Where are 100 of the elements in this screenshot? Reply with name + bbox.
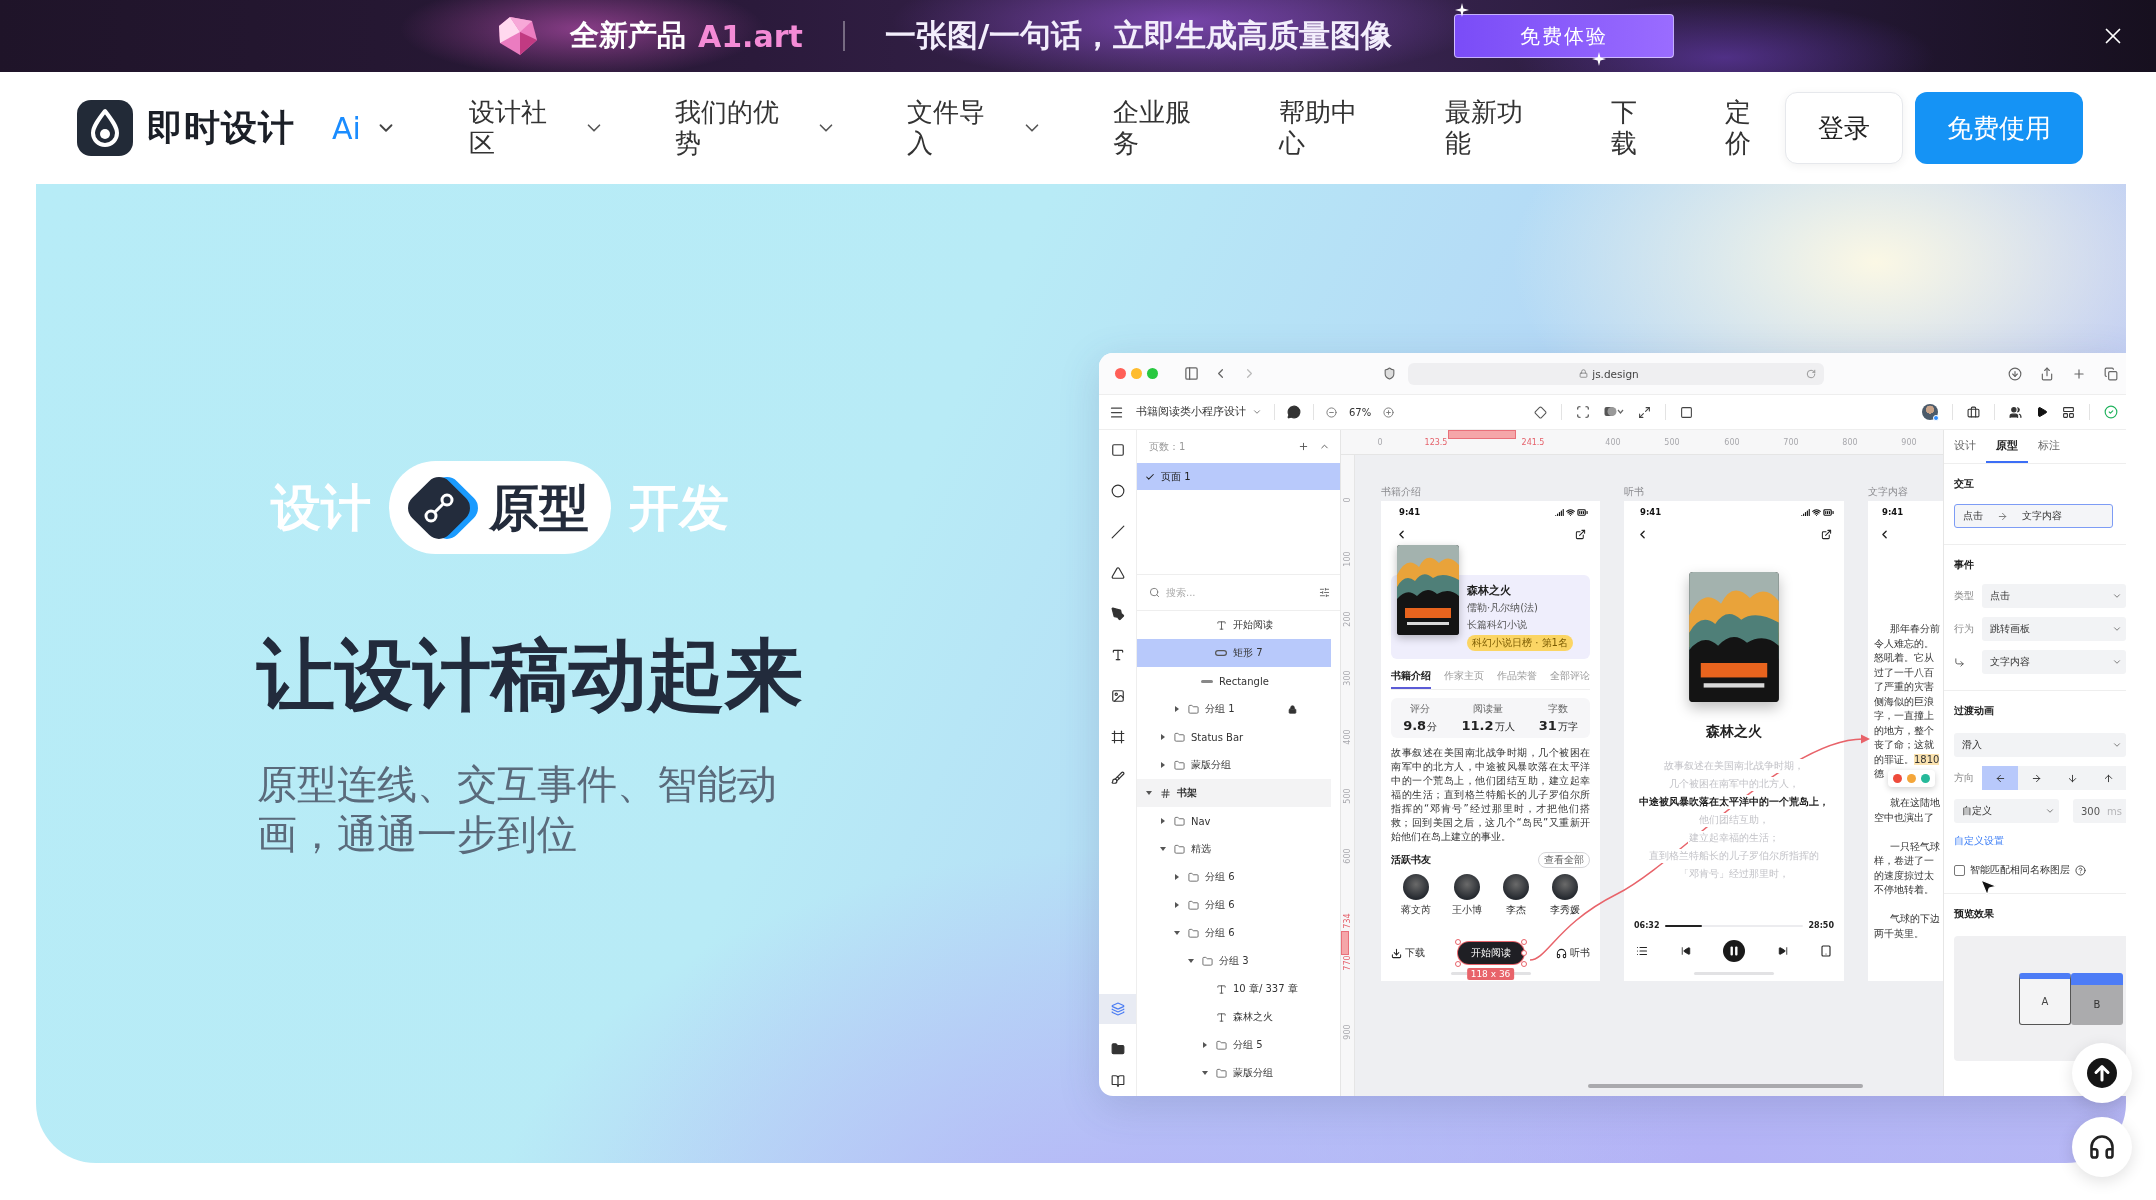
ellipse-tool-icon[interactable] xyxy=(1110,484,1125,498)
briefcase-icon[interactable] xyxy=(1967,405,1980,419)
shield-icon[interactable] xyxy=(1383,367,1396,380)
layer-row[interactable]: 森林之火 xyxy=(1137,1003,1331,1031)
frame-tool-icon[interactable] xyxy=(1110,730,1125,744)
nav-item[interactable]: 企业服务 xyxy=(1112,97,1193,159)
tab[interactable]: 书籍介绍 xyxy=(1391,669,1431,689)
dropdown[interactable]: 文字内容 xyxy=(1982,650,2126,674)
selection-handle-icon[interactable] xyxy=(1520,939,1527,945)
nav-item[interactable]: 设计社区 xyxy=(468,97,605,159)
address-bar[interactable]: js.design xyxy=(1408,362,1824,385)
next-icon[interactable] xyxy=(1777,946,1788,956)
custom-settings-link[interactable]: 自定义设置 xyxy=(1954,835,2004,847)
interaction-item[interactable]: 点击 文字内容 xyxy=(1954,504,2113,528)
caret-down-icon[interactable] xyxy=(1188,958,1194,964)
playlist-icon[interactable] xyxy=(1636,945,1648,957)
caret-down-icon[interactable] xyxy=(1160,846,1166,852)
line-tool-icon[interactable] xyxy=(1110,525,1125,539)
nav-item[interactable]: 最新功能 xyxy=(1444,97,1525,159)
caret-down-icon[interactable] xyxy=(1174,930,1180,936)
color-swatch-icon[interactable] xyxy=(1907,773,1916,783)
tab[interactable]: 标注 xyxy=(2028,439,2070,463)
color-swatch-icon[interactable] xyxy=(1893,773,1902,783)
menu-icon[interactable] xyxy=(1109,404,1124,420)
rectangle-tool-icon[interactable] xyxy=(1110,443,1125,457)
plus-icon[interactable] xyxy=(1298,441,1309,452)
file-name-dropdown[interactable]: 书籍阅读类小程序设计 xyxy=(1136,405,1262,419)
dropdown[interactable]: 点击 xyxy=(1982,584,2126,608)
dropdown[interactable]: 跳转画板 xyxy=(1982,617,2126,641)
checkbox[interactable] xyxy=(1954,864,1965,876)
zoom-out-icon[interactable] xyxy=(1326,406,1337,418)
selection-handle-icon[interactable] xyxy=(1454,961,1461,967)
help-icon[interactable] xyxy=(2075,864,2086,876)
tablet-icon[interactable] xyxy=(1820,945,1832,957)
caret-right-icon[interactable] xyxy=(1174,874,1180,880)
nav-item[interactable]: 定价 xyxy=(1724,97,1753,159)
pause-icon[interactable] xyxy=(1723,940,1745,962)
layer-row[interactable]: 分组 6 xyxy=(1137,919,1331,947)
layer-row[interactable]: Status Bar xyxy=(1137,723,1331,751)
dropdown[interactable]: 自定义 xyxy=(1954,799,2059,823)
caret-right-icon[interactable] xyxy=(1160,734,1166,740)
sidebar-icon[interactable] xyxy=(1184,366,1199,381)
zoom-in-icon[interactable] xyxy=(1383,406,1395,418)
folder-icon[interactable] xyxy=(1110,1042,1125,1056)
layer-row[interactable]: 开始阅读 xyxy=(1137,611,1331,639)
comment-icon[interactable] xyxy=(1287,405,1301,419)
layer-row[interactable]: 矩形 7 xyxy=(1137,639,1331,667)
horizontal-scrollbar[interactable] xyxy=(1588,1084,1863,1088)
color-swatch-icon[interactable] xyxy=(1921,773,1930,783)
book-icon[interactable] xyxy=(1110,1074,1125,1088)
triangle-tool-icon[interactable] xyxy=(1110,566,1125,580)
share-icon[interactable] xyxy=(1821,528,1832,540)
layer-row[interactable]: 蒙版分组 xyxy=(1137,751,1331,779)
nav-item[interactable]: 我们的优势 xyxy=(674,97,837,159)
tab[interactable]: 原型 xyxy=(1986,439,2028,463)
selection-handle-icon[interactable] xyxy=(1454,939,1461,945)
brush-tool-icon[interactable] xyxy=(1110,771,1125,785)
layer-row[interactable]: 分组 6 xyxy=(1137,891,1331,919)
nav-item[interactable]: 下载 xyxy=(1610,97,1639,159)
caret-down-icon[interactable] xyxy=(1146,790,1152,796)
caret-right-icon[interactable] xyxy=(1160,762,1166,768)
login-button[interactable]: 登录 xyxy=(1785,92,1903,164)
scale-icon[interactable] xyxy=(1638,405,1651,419)
nav-item[interactable]: 帮助中心 xyxy=(1278,97,1359,159)
duration-field[interactable]: 300 ms xyxy=(2073,799,2126,823)
listen-button[interactable]: 听书 xyxy=(1556,946,1590,960)
lock-icon[interactable] xyxy=(1288,704,1297,714)
play-icon[interactable] xyxy=(2036,406,2048,418)
caret-right-icon[interactable] xyxy=(1202,1042,1208,1048)
try-free-button[interactable]: 免费体验 xyxy=(1454,14,1675,58)
layer-row[interactable]: Rectangle xyxy=(1137,667,1331,695)
layer-row[interactable]: 10 章/ 337 章 xyxy=(1137,975,1331,1003)
selection-frame-icon[interactable] xyxy=(1576,405,1590,419)
tab[interactable]: 设计 xyxy=(1944,439,1986,463)
nav-item[interactable]: 文件导入 xyxy=(906,97,1043,159)
layer-row[interactable]: 精选 xyxy=(1137,835,1331,863)
page-item[interactable]: 页面 1 xyxy=(1137,463,1340,490)
pen-tool-icon[interactable] xyxy=(1110,607,1125,621)
start-reading-button[interactable]: 开始阅读 xyxy=(1457,942,1524,964)
diamond-icon[interactable] xyxy=(1534,405,1547,419)
caret-right-icon[interactable] xyxy=(1160,818,1166,824)
image-tool-icon[interactable] xyxy=(1110,689,1125,703)
download-button[interactable]: 下载 xyxy=(1391,946,1425,960)
caret-right-icon[interactable] xyxy=(1174,706,1180,712)
dropdown[interactable]: 滑入 xyxy=(1954,733,2126,757)
download-icon[interactable] xyxy=(2008,366,2022,381)
mode-tab[interactable]: 原型 xyxy=(389,461,611,554)
check-circle-icon[interactable] xyxy=(2104,405,2118,419)
progress-track[interactable] xyxy=(1665,924,1803,927)
share-icon[interactable] xyxy=(1575,528,1586,540)
selection-handle-icon[interactable] xyxy=(1520,961,1527,967)
avatar-placeholder[interactable] xyxy=(1922,404,1938,420)
copy-icon[interactable] xyxy=(2104,366,2118,381)
caret-right-icon[interactable] xyxy=(1174,902,1180,908)
layer-row[interactable]: 蒙版分组 xyxy=(1137,1059,1331,1087)
search-field[interactable]: 搜索... xyxy=(1166,587,1313,598)
layer-row[interactable]: 分组 5 xyxy=(1137,1031,1331,1059)
layer-row[interactable]: 分组 6 xyxy=(1137,863,1331,891)
text-tool-icon[interactable] xyxy=(1110,648,1125,662)
layers-button[interactable] xyxy=(1099,994,1136,1024)
